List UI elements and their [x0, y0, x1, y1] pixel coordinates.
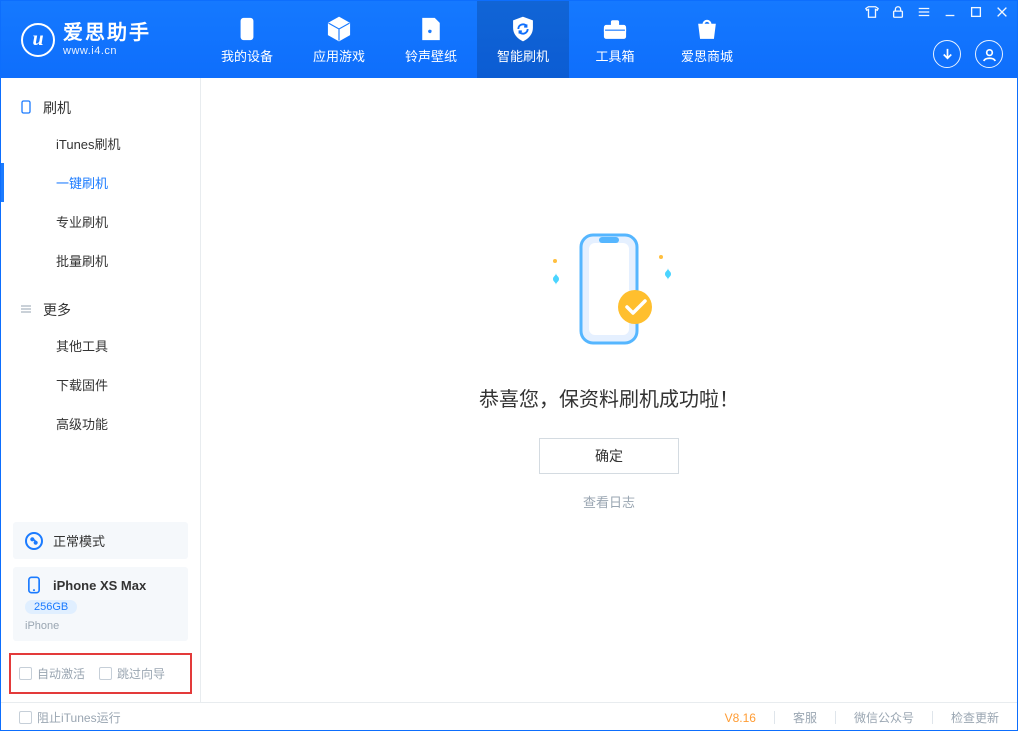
- sidebar-item-one-click-flash[interactable]: 一键刷机: [1, 163, 200, 202]
- topnav-label: 铃声壁纸: [405, 46, 457, 65]
- topnav-label: 智能刷机: [497, 46, 549, 65]
- auto-activate-checkbox[interactable]: 自动激活: [19, 665, 85, 682]
- checkbox-icon: [19, 711, 32, 724]
- success-illustration-icon: [529, 229, 689, 359]
- checkbox-label: 自动激活: [37, 665, 85, 682]
- topnav-item-store[interactable]: 爱思商城: [661, 1, 753, 78]
- sidebar-item-pro-flash[interactable]: 专业刷机: [1, 202, 200, 241]
- sidebar-item-itunes-flash[interactable]: iTunes刷机: [1, 124, 200, 163]
- close-icon[interactable]: [995, 5, 1009, 19]
- topnav-item-flash[interactable]: 智能刷机: [477, 1, 569, 78]
- version-label: V8.16: [725, 711, 756, 725]
- topnav-item-apps[interactable]: 应用游戏: [293, 1, 385, 78]
- brand: u 爱思助手 www.i4.cn: [1, 1, 201, 78]
- sidebar-scroll: 刷机 iTunes刷机 一键刷机 专业刷机 批量刷机 更多 其他工具 下载固件 …: [1, 78, 200, 514]
- shield-refresh-icon: [509, 15, 537, 43]
- success-title: 恭喜您，保资料刷机成功啦！: [479, 383, 739, 412]
- topnav-item-ring-wall[interactable]: 铃声壁纸: [385, 1, 477, 78]
- bag-icon: [693, 15, 721, 43]
- statusbar-right: V8.16 客服 微信公众号 检查更新: [725, 709, 999, 726]
- separator: [835, 711, 836, 724]
- body: 刷机 iTunes刷机 一键刷机 专业刷机 批量刷机 更多 其他工具 下载固件 …: [1, 78, 1017, 702]
- menu-icon[interactable]: [917, 5, 931, 19]
- checkbox-icon: [99, 667, 112, 680]
- sidebar-cards: 正常模式 iPhone XS Max 256GB iPhone: [1, 514, 200, 653]
- phone-filled-icon: [25, 576, 43, 594]
- brand-subtitle: www.i4.cn: [63, 45, 151, 58]
- checkbox-label: 跳过向导: [117, 665, 165, 682]
- sidebar: 刷机 iTunes刷机 一键刷机 专业刷机 批量刷机 更多 其他工具 下载固件 …: [1, 78, 201, 702]
- minimize-icon[interactable]: [943, 5, 957, 19]
- shirt-icon[interactable]: [865, 5, 879, 19]
- topnav-label: 应用游戏: [313, 46, 365, 65]
- toolbox-icon: [601, 15, 629, 43]
- device-type: iPhone: [25, 620, 59, 632]
- check-update-link[interactable]: 检查更新: [951, 709, 999, 726]
- separator: [774, 711, 775, 724]
- phone-outline-icon: [19, 100, 33, 117]
- system-window-controls: [865, 5, 1009, 19]
- topnav-label: 我的设备: [221, 46, 273, 65]
- sidebar-item-batch-flash[interactable]: 批量刷机: [1, 241, 200, 280]
- sidebar-group-title: 更多: [43, 300, 71, 320]
- sidebar-item-advanced[interactable]: 高级功能: [1, 404, 200, 443]
- music-file-icon: [417, 15, 445, 43]
- brand-text: 爱思助手 www.i4.cn: [63, 22, 151, 58]
- topbar: u 爱思助手 www.i4.cn 我的设备 应用游戏 铃声壁纸: [1, 1, 1017, 78]
- mode-label: 正常模式: [53, 531, 105, 550]
- brand-title: 爱思助手: [63, 22, 151, 45]
- sidebar-group-flash-head: 刷机: [1, 92, 200, 124]
- mode-card[interactable]: 正常模式: [13, 522, 188, 559]
- device-card[interactable]: iPhone XS Max 256GB iPhone: [13, 567, 188, 641]
- statusbar: 阻止iTunes运行 V8.16 客服 微信公众号 检查更新: [1, 702, 1017, 732]
- customer-service-link[interactable]: 客服: [793, 709, 817, 726]
- ok-button[interactable]: 确定: [539, 438, 679, 474]
- download-button[interactable]: [933, 40, 961, 68]
- top-right-circle-buttons: [933, 40, 1003, 68]
- main-content: 恭喜您，保资料刷机成功啦！ 确定 查看日志: [201, 78, 1017, 702]
- view-log-link[interactable]: 查看日志: [583, 492, 635, 511]
- checkbox-icon: [19, 667, 32, 680]
- mode-refresh-icon: [25, 532, 43, 550]
- brand-logo-icon: u: [21, 23, 55, 57]
- highlighted-options-box: 自动激活 跳过向导: [9, 653, 192, 694]
- topnav-item-toolbox[interactable]: 工具箱: [569, 1, 661, 78]
- sidebar-item-download-fw[interactable]: 下载固件: [1, 365, 200, 404]
- skip-guide-checkbox[interactable]: 跳过向导: [99, 665, 165, 682]
- sidebar-group-title: 刷机: [43, 98, 71, 118]
- cube-icon: [325, 15, 353, 43]
- sidebar-item-other-tools[interactable]: 其他工具: [1, 326, 200, 365]
- account-button[interactable]: [975, 40, 1003, 68]
- wechat-link[interactable]: 微信公众号: [854, 709, 914, 726]
- device-capacity-badge: 256GB: [25, 600, 77, 614]
- device-name: iPhone XS Max: [53, 578, 146, 593]
- sidebar-group-more-head: 更多: [1, 294, 200, 326]
- lock-icon[interactable]: [891, 5, 905, 19]
- device-icon: [233, 15, 261, 43]
- topnav-label: 爱思商城: [681, 46, 733, 65]
- more-lines-icon: [19, 302, 33, 319]
- maximize-icon[interactable]: [969, 5, 983, 19]
- topnav-label: 工具箱: [595, 46, 634, 65]
- separator: [932, 711, 933, 724]
- topnav: 我的设备 应用游戏 铃声壁纸 智能刷机 工具箱: [201, 1, 753, 78]
- block-itunes-checkbox[interactable]: 阻止iTunes运行: [19, 709, 121, 726]
- topnav-item-my-device[interactable]: 我的设备: [201, 1, 293, 78]
- checkbox-label: 阻止iTunes运行: [37, 709, 121, 726]
